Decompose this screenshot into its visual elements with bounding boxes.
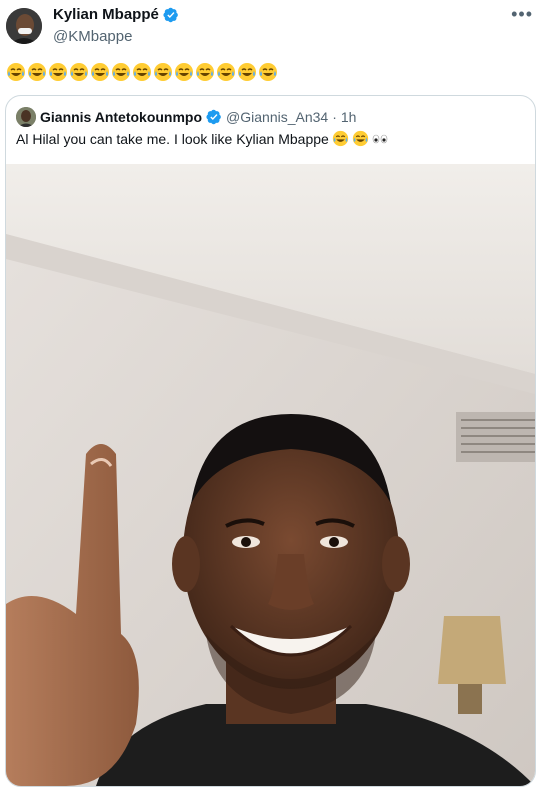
tears-of-joy-icon [49, 63, 67, 81]
tears-of-joy-icon [154, 63, 172, 81]
quote-avatar-image [16, 107, 36, 127]
quoted-tweet[interactable]: Giannis Antetokounmpo @Giannis_An34 · 1h… [5, 95, 536, 787]
author-avatar[interactable] [6, 8, 42, 44]
tears-of-joy-icon [332, 130, 348, 147]
tears-of-joy-icon [238, 63, 256, 81]
quote-timestamp[interactable]: 1h [341, 109, 357, 125]
tears-of-joy-icon [175, 63, 193, 81]
quoted-photo[interactable] [6, 164, 535, 786]
tweet-text [6, 62, 278, 82]
tears-of-joy-icon [196, 63, 214, 81]
author-name[interactable]: Kylian Mbappé [53, 6, 159, 23]
quote-author-name[interactable]: Giannis Antetokounmpo [40, 109, 202, 125]
tears-of-joy-icon [112, 63, 130, 81]
quote-text-row: Al Hilal you can take me. I look like Ky… [16, 130, 388, 147]
tears-of-joy-icon [28, 63, 46, 81]
tears-of-joy-icon [352, 130, 368, 147]
quote-verified-badge-icon [206, 109, 221, 125]
tears-of-joy-icon [7, 63, 25, 81]
tears-of-joy-icon [259, 63, 277, 81]
quote-author-handle[interactable]: @Giannis_An34 [226, 109, 328, 125]
tears-of-joy-icon [133, 63, 151, 81]
quote-separator: · [332, 109, 337, 125]
avatar-image [6, 8, 42, 44]
more-options-icon[interactable]: ••• [511, 4, 533, 25]
tears-of-joy-icon [217, 63, 235, 81]
eyes-icon [372, 134, 388, 143]
tweet[interactable]: Kylian Mbappé @KMbappe ••• Giannis Antet… [0, 0, 541, 787]
author-handle[interactable]: @KMbappe [53, 28, 132, 45]
verified-badge-icon [163, 7, 178, 22]
tears-of-joy-icon [70, 63, 88, 81]
tears-of-joy-icon [91, 63, 109, 81]
quote-text: Al Hilal you can take me. I look like Ky… [16, 130, 329, 147]
quote-author-avatar[interactable] [16, 107, 36, 127]
